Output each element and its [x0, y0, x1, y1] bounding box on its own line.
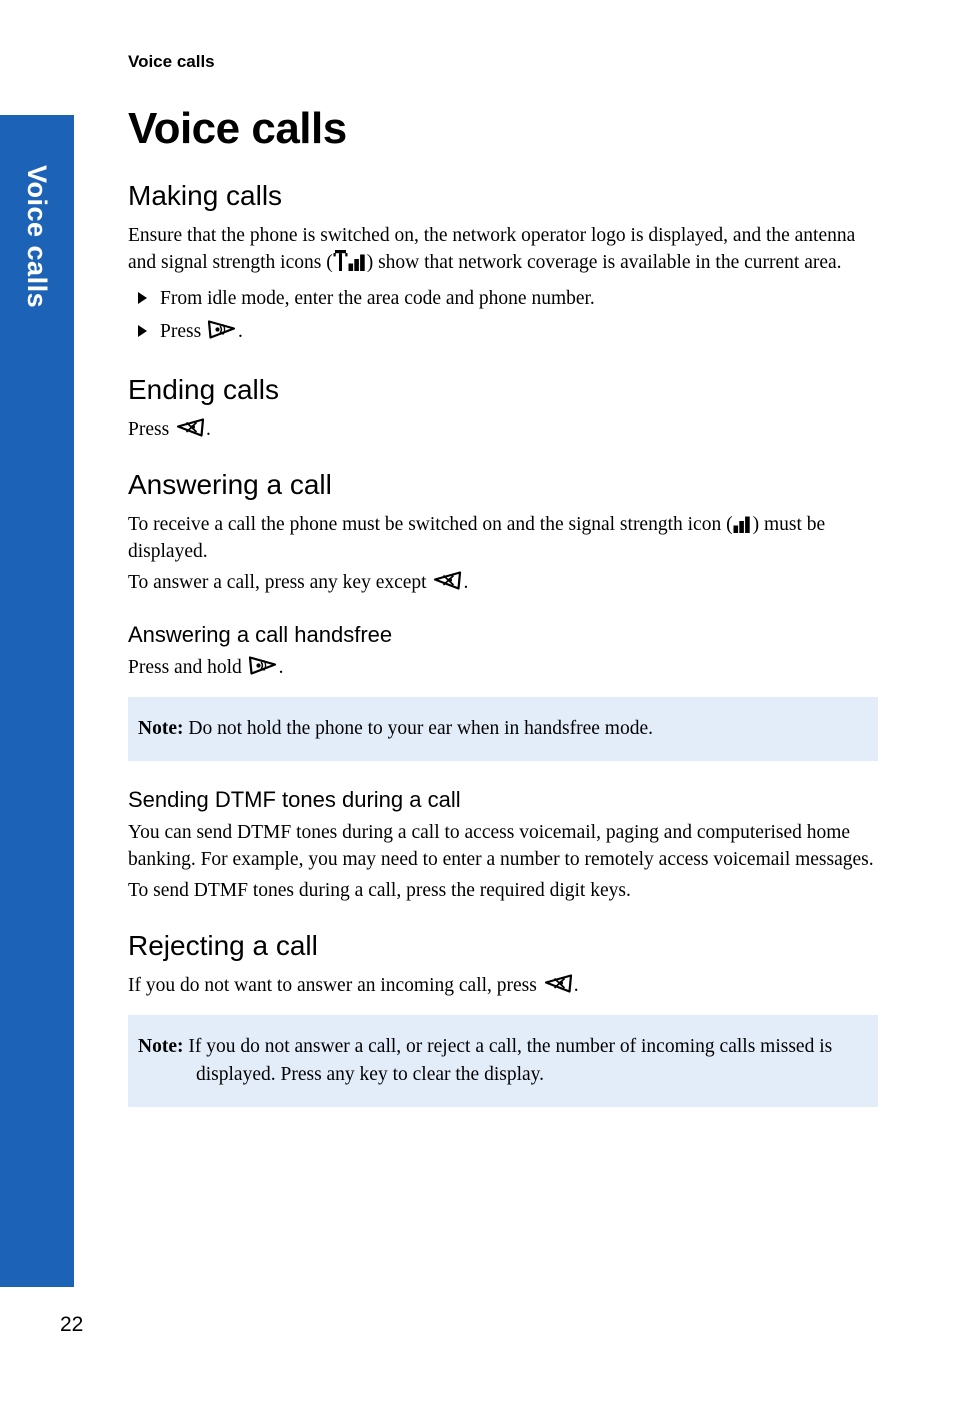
signal-strength-icon [733, 515, 753, 533]
list-item: From idle mode, enter the area code and … [128, 282, 878, 315]
bullet-triangle-icon [138, 325, 147, 337]
rejecting-call-para1-part2: . [573, 975, 579, 996]
rejecting-call-para1: If you do not want to answer an incoming… [128, 972, 878, 999]
note-body: Do not hold the phone to your ear when i… [183, 718, 653, 739]
answering-call-para2: To answer a call, press any key except . [128, 569, 878, 596]
making-calls-steps: From idle mode, enter the area code and … [128, 282, 878, 348]
chapter-side-tab: Voice calls [0, 115, 74, 1287]
making-calls-intro: Ensure that the phone is switched on, th… [128, 222, 878, 276]
dtmf-para1: You can send DTMF tones during a call to… [128, 822, 874, 870]
step-text: From idle mode, enter the area code and … [160, 288, 595, 309]
dtmf-para2: To send DTMF tones during a call, press … [128, 880, 631, 901]
list-item: Press . [128, 315, 878, 348]
step-text: Press [160, 321, 207, 342]
answering-call-para1-part1: To receive a call the phone must be swit… [128, 514, 733, 535]
subsection-heading-sending-dtmf: Sending DTMF tones during a call [128, 787, 461, 812]
bullet-triangle-icon [138, 292, 147, 304]
handsfree-text-after: . [278, 657, 284, 678]
section-heading-making-calls: Making calls [128, 180, 283, 211]
note-text: Note: Do not hold the phone to your ear … [138, 715, 864, 743]
step-text-after: . [238, 321, 243, 342]
note-body: If you do not answer a call, or reject a… [183, 1036, 833, 1085]
ending-calls-text: Press . [128, 416, 878, 443]
page-number: 22 [60, 1313, 84, 1336]
end-key-icon [174, 416, 206, 438]
answering-call-para2-part1: To answer a call, press any key except [128, 572, 432, 593]
manual-page: Voice calls Voice calls Voice calls Maki… [0, 0, 954, 1409]
page-title: Voice calls [128, 104, 347, 153]
note-label: Note: [138, 1036, 184, 1057]
section-heading-rejecting-a-call: Rejecting a call [128, 930, 318, 961]
end-key-icon [431, 569, 463, 591]
making-calls-intro-part2: ) show that network coverage is availabl… [366, 252, 842, 273]
note-box-rejecting: Note: If you do not answer a call, or re… [128, 1015, 878, 1107]
handsfree-text-before: Press and hold [128, 657, 247, 678]
subsection-heading-handsfree: Answering a call handsfree [128, 622, 393, 647]
ending-calls-text-after: . [206, 419, 211, 440]
antenna-signal-strength-icon [333, 250, 367, 271]
note-label: Note: [138, 718, 184, 739]
send-key-icon [206, 318, 238, 340]
answering-call-para2-part2: . [463, 572, 469, 593]
ending-calls-text-before: Press [128, 419, 175, 440]
send-key-icon [247, 654, 279, 676]
answering-call-para1: To receive a call the phone must be swit… [128, 511, 878, 565]
note-box-handsfree: Note: Do not hold the phone to your ear … [128, 697, 878, 761]
section-heading-ending-calls: Ending calls [128, 374, 279, 405]
end-key-icon [542, 972, 574, 994]
handsfree-text: Press and hold . [128, 654, 878, 681]
content-column: Voice calls Voice calls Making calls Ens… [128, 0, 878, 1111]
rejecting-call-para1-part1: If you do not want to answer an incoming… [128, 975, 542, 996]
side-tab-label: Voice calls [22, 165, 53, 309]
running-head: Voice calls [128, 52, 215, 71]
section-heading-answering-a-call: Answering a call [128, 469, 332, 500]
note-text: Note: If you do not answer a call, or re… [138, 1033, 864, 1089]
